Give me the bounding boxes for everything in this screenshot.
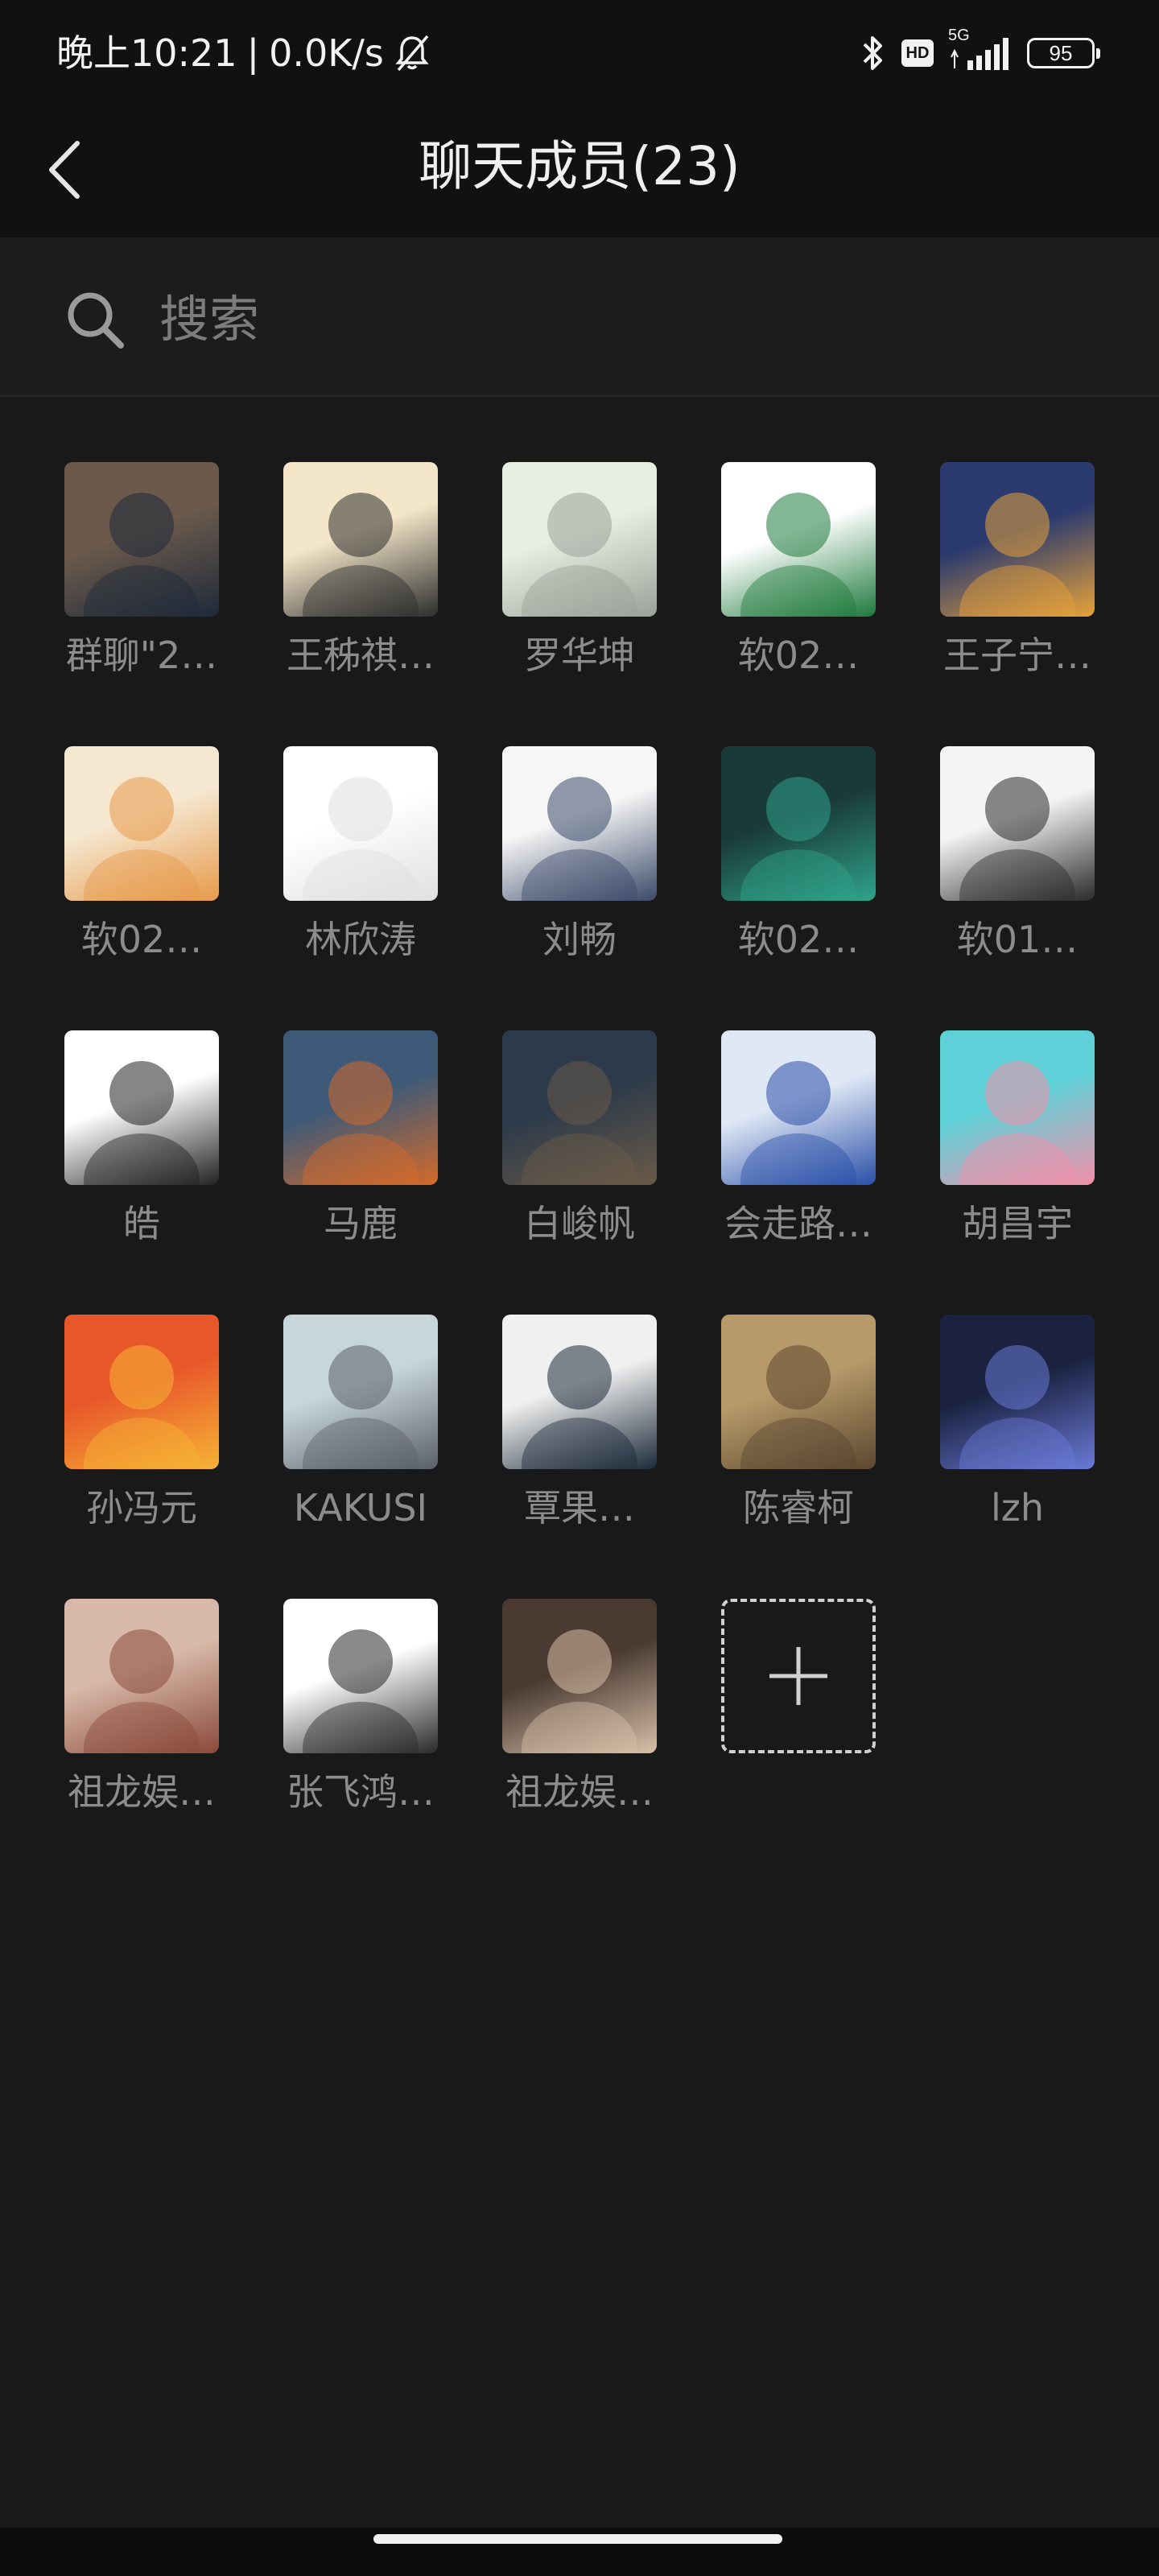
- member-item[interactable]: lzh: [908, 1315, 1127, 1599]
- member-grid: 群聊"2… 王秭祺… 罗华坤 软02… 王子宁… 软02… 林欣涛 刘畅 软02… 软01… 皓马鹿…: [32, 462, 1127, 1883]
- member-avatar: [721, 1315, 876, 1469]
- member-name: 罗华坤: [524, 634, 635, 677]
- member-item[interactable]: 祖龙娱…: [32, 1599, 251, 1883]
- network-speed: 0.0K/s: [269, 31, 384, 75]
- member-name: 陈睿柯: [743, 1486, 854, 1530]
- member-item[interactable]: 陈睿柯: [689, 1315, 908, 1599]
- add-member-button[interactable]: [721, 1599, 876, 1753]
- member-item[interactable]: 软01…: [908, 746, 1127, 1030]
- member-name: 皓: [123, 1202, 160, 1245]
- member-item[interactable]: 祖龙娱…: [470, 1599, 689, 1883]
- member-item[interactable]: 白峻帆: [470, 1030, 689, 1315]
- navigation-bar: [0, 2528, 1159, 2576]
- member-item[interactable]: 刘畅: [470, 746, 689, 1030]
- battery-level: 95: [1049, 40, 1073, 65]
- member-avatar: [721, 462, 876, 617]
- member-avatar: [283, 1315, 438, 1469]
- member-item[interactable]: 群聊"2…: [32, 462, 251, 746]
- member-avatar: [721, 1030, 876, 1185]
- status-bar: 晚上10:21 | 0.0K/s HD 5G 95: [0, 0, 1159, 105]
- home-indicator[interactable]: [373, 2534, 782, 2544]
- member-avatar: [940, 1030, 1095, 1185]
- member-avatar: [502, 1599, 657, 1753]
- member-item[interactable]: 王子宁…: [908, 462, 1127, 746]
- member-name: 林欣涛: [305, 918, 416, 961]
- member-avatar: [721, 746, 876, 901]
- member-item[interactable]: 胡昌宇: [908, 1030, 1127, 1315]
- member-name: 孙冯元: [86, 1486, 197, 1530]
- member-name: 群聊"2…: [65, 634, 218, 677]
- member-avatar: [64, 1315, 219, 1469]
- member-avatar: [940, 746, 1095, 901]
- header: 聊天成员(23): [0, 105, 1159, 237]
- member-avatar: [502, 1030, 657, 1185]
- member-name: 祖龙娱…: [68, 1770, 216, 1814]
- member-item[interactable]: 软02…: [32, 746, 251, 1030]
- member-name: 软02…: [737, 634, 860, 677]
- member-avatar: [502, 746, 657, 901]
- bell-off-icon: [395, 35, 429, 72]
- member-name: 马鹿: [324, 1202, 398, 1245]
- member-item[interactable]: 罗华坤: [470, 462, 689, 746]
- add-member-item: [689, 1599, 908, 1883]
- member-avatar: [64, 746, 219, 901]
- member-name: 软01…: [956, 918, 1079, 961]
- member-name: lzh: [990, 1486, 1045, 1530]
- member-item[interactable]: 马鹿: [251, 1030, 470, 1315]
- status-left: 晚上10:21 | 0.0K/s: [56, 29, 431, 77]
- page-title: 聊天成员(23): [419, 135, 740, 197]
- member-item[interactable]: 覃果…: [470, 1315, 689, 1599]
- member-avatar: [283, 462, 438, 617]
- search-bar[interactable]: [0, 237, 1159, 397]
- member-item[interactable]: 林欣涛: [251, 746, 470, 1030]
- member-avatar: [502, 462, 657, 617]
- member-item[interactable]: 孙冯元: [32, 1315, 251, 1599]
- member-avatar: [940, 462, 1095, 617]
- member-avatar: [64, 1599, 219, 1753]
- member-name: 覃果…: [524, 1486, 635, 1530]
- member-item[interactable]: 软02…: [689, 746, 908, 1030]
- member-item[interactable]: 会走路…: [689, 1030, 908, 1315]
- member-name: 王子宁…: [943, 634, 1091, 677]
- plus-icon: [769, 1647, 827, 1705]
- member-avatar: [64, 462, 219, 617]
- member-item[interactable]: 皓: [32, 1030, 251, 1315]
- member-name: 胡昌宇: [962, 1202, 1073, 1245]
- member-avatar: [502, 1315, 657, 1469]
- member-item[interactable]: KAKUSI: [251, 1315, 470, 1599]
- bluetooth-icon: [863, 36, 882, 70]
- member-name: 会走路…: [724, 1202, 872, 1245]
- member-avatar: [283, 746, 438, 901]
- member-avatar: [283, 1599, 438, 1753]
- member-item[interactable]: 软02…: [689, 462, 908, 746]
- status-separator: |: [246, 31, 260, 75]
- status-right: HD 5G 95: [858, 27, 1100, 76]
- member-name: 软02…: [737, 918, 860, 961]
- member-name: 刘畅: [542, 918, 617, 961]
- member-item[interactable]: 张飞鸿…: [251, 1599, 470, 1883]
- member-name: 白峻帆: [524, 1202, 635, 1245]
- member-name: KAKUSI: [293, 1486, 428, 1530]
- search-icon: [68, 292, 124, 349]
- member-item[interactable]: 王秭祺…: [251, 462, 470, 746]
- search-input[interactable]: [158, 278, 1111, 360]
- member-name: 张飞鸿…: [287, 1770, 435, 1814]
- status-time: 晚上10:21: [56, 31, 237, 75]
- member-name: 软02…: [80, 918, 203, 961]
- member-avatar: [283, 1030, 438, 1185]
- member-name: 祖龙娱…: [505, 1770, 654, 1814]
- member-name: 王秭祺…: [287, 634, 435, 677]
- battery-indicator: 95: [1027, 38, 1100, 68]
- member-avatar: [940, 1315, 1095, 1469]
- hd-badge: HD: [901, 39, 934, 67]
- signal-icon: 5G: [948, 27, 1013, 73]
- member-avatar: [64, 1030, 219, 1185]
